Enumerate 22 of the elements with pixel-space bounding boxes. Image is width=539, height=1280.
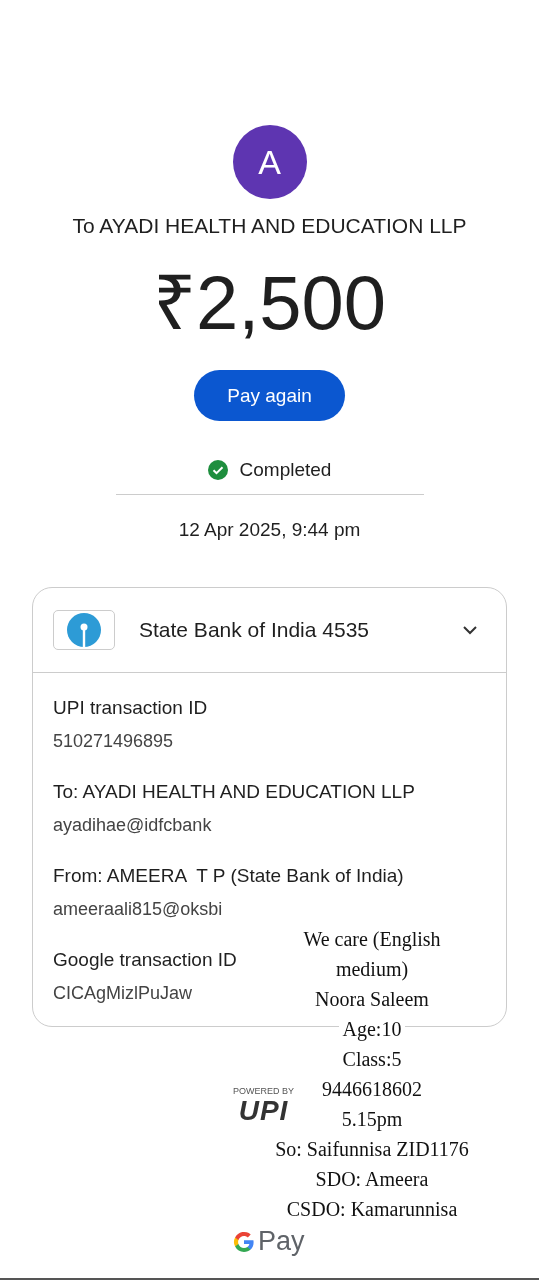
avatar: A [232, 125, 307, 199]
detail-value: CICAgMizlPuJaw [53, 982, 193, 1005]
pay-again-button[interactable]: Pay again [194, 370, 345, 421]
account-header[interactable]: State Bank of India 4535 [33, 588, 506, 673]
upi-caption: POWERED BY [233, 1086, 294, 1096]
status-label: Completed [239, 459, 332, 481]
g-logo-icon [232, 1229, 256, 1254]
payment-date: 12 Apr 2025, 9:44 pm [178, 519, 361, 541]
detail-label: Google transaction ID [53, 948, 237, 972]
detail-value: ayadihae@idfcbank [53, 814, 212, 837]
brand-name: Pay [258, 1226, 305, 1257]
note-line: We care (English [302, 927, 442, 953]
upi-logo: UPI [238, 1096, 289, 1126]
detail-value: 510271496895 [53, 730, 174, 753]
amount: ₹2,500 [152, 259, 387, 347]
detail-label: UPI transaction ID [53, 696, 208, 720]
detail-value: ameeraali815@oksbi [53, 898, 223, 921]
payee-title: To AYADI HEALTH AND EDUCATION LLP [72, 214, 467, 238]
detail-label: From: AMEERA T P (State Bank of India) [53, 864, 404, 888]
bank-logo-icon [53, 610, 115, 650]
account-name: State Bank of India 4535 [139, 618, 370, 642]
detail-label: To: AYADI HEALTH AND EDUCATION LLP [53, 780, 415, 804]
